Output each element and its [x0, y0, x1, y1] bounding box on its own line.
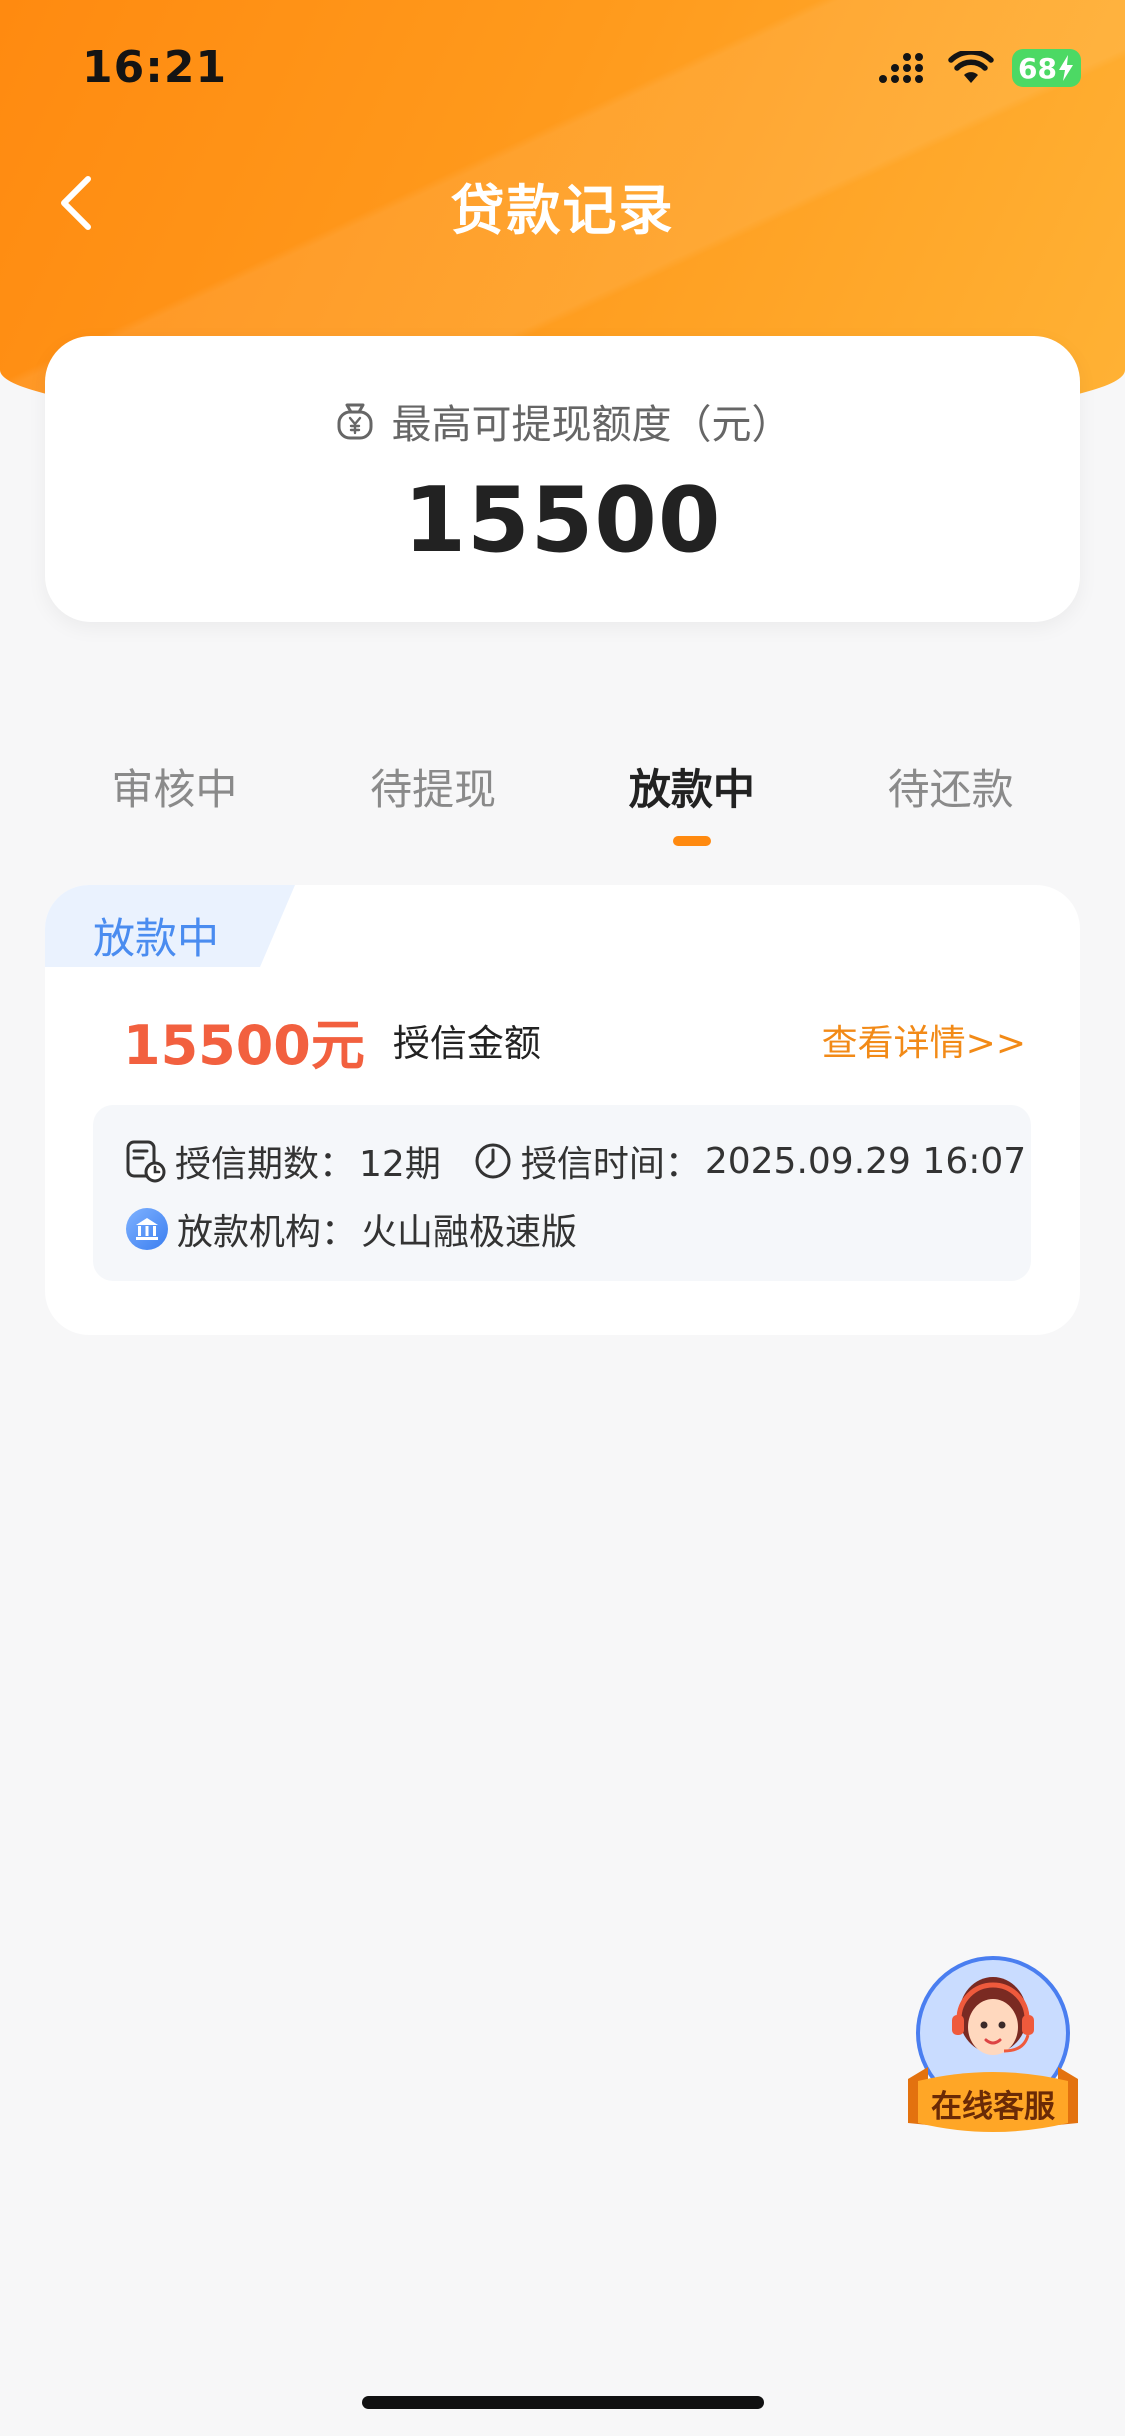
quota-label: 最高可提现额度（元） — [391, 402, 792, 448]
online-service-button[interactable]: 在线客服 — [904, 1955, 1082, 2140]
time-label: 授信时间： — [520, 1144, 701, 1185]
status-icons: 68 — [878, 46, 1081, 90]
document-clock-icon — [126, 1140, 166, 1183]
institution-value: 火山融极速版 — [361, 1212, 578, 1253]
tab-label: 审核中 — [111, 765, 238, 814]
battery-level: 68 — [1018, 51, 1057, 85]
loan-record-card[interactable]: 放款中 15500元 授信金额 查看详情>> 授信期数： 12期 授信时间： 2… — [45, 885, 1080, 1335]
bank-icon — [126, 1208, 168, 1250]
tab-pending-withdraw[interactable]: 待提现 — [304, 750, 563, 860]
record-info-box: 授信期数： 12期 授信时间： 2025.09.29 16:07 放款机构： 火… — [93, 1105, 1031, 1281]
tab-disbursing[interactable]: 放款中 — [563, 750, 822, 860]
tab-active-indicator — [672, 836, 711, 846]
institution-label: 放款机构： — [177, 1212, 358, 1253]
home-indicator — [362, 2396, 764, 2409]
time-value: 2025.09.29 16:07 — [704, 1140, 1027, 1182]
view-details-link[interactable]: 查看详情>> — [822, 1014, 1026, 1066]
info-row-terms: 授信期数： 12期 授信时间： 2025.09.29 16:07 — [125, 1135, 1026, 1187]
status-tabs: 审核中 待提现 放款中 待还款 — [45, 750, 1080, 860]
quota-card: 最高可提现额度（元） 15500 — [45, 336, 1080, 622]
periods-label: 授信期数： — [175, 1144, 356, 1185]
periods-block: 授信期数： 12期 — [125, 1135, 441, 1187]
charging-bolt-icon — [1059, 55, 1073, 81]
money-bag-icon — [337, 403, 372, 440]
credit-amount: 15500元 — [123, 1013, 365, 1077]
tab-label: 放款中 — [628, 765, 755, 814]
quota-value: 15500 — [403, 468, 722, 573]
status-time: 16:21 — [82, 42, 228, 93]
credit-amount-label: 授信金额 — [392, 1022, 541, 1065]
online-service-label: 在线客服 — [931, 2089, 1055, 2125]
tab-reviewing[interactable]: 审核中 — [45, 750, 304, 860]
periods-value: 12期 — [359, 1144, 441, 1185]
amount-row: 15500元 授信金额 查看详情>> — [123, 1005, 1026, 1077]
tab-pending-repay[interactable]: 待还款 — [821, 750, 1080, 860]
info-row-institution: 放款机构： 火山融极速版 — [125, 1203, 577, 1255]
battery-indicator: 68 — [1012, 49, 1081, 87]
clock-icon — [475, 1143, 511, 1179]
signal-icon — [879, 53, 924, 83]
time-block: 授信时间： 2025.09.29 16:07 — [473, 1135, 1026, 1187]
status-tag-label: 放款中 — [93, 914, 220, 963]
wifi-icon — [948, 51, 994, 83]
page-title: 贷款记录 — [450, 179, 675, 242]
quota-label-row: 最高可提现额度（元） — [45, 392, 1080, 450]
tab-label: 待提现 — [370, 765, 497, 814]
tab-label: 待还款 — [887, 765, 1014, 814]
